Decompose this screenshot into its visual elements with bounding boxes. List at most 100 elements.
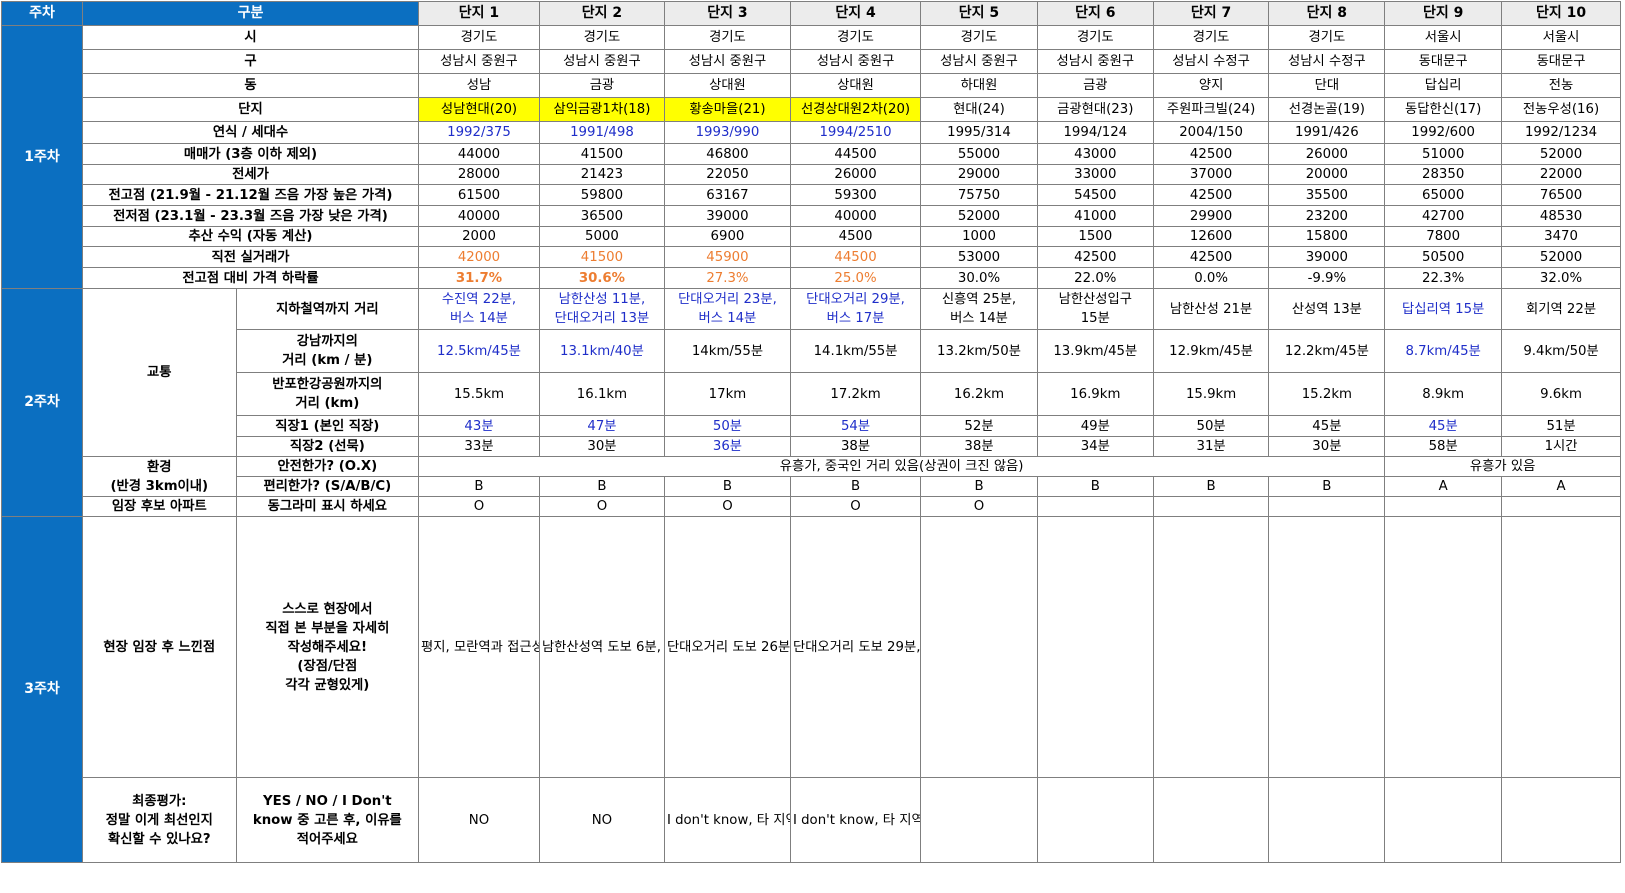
cell-banpo[interactable]: 16.9km xyxy=(1036,372,1154,416)
cell-job2[interactable]: 36분 xyxy=(663,436,791,457)
label-drop[interactable]: 전고점 대비 가격 하락률 xyxy=(81,267,420,289)
cell-subway[interactable]: 단대오거리 29분, 버스 17분 xyxy=(789,288,922,330)
cell-drop[interactable]: 22.3% xyxy=(1384,267,1503,289)
cell-impression[interactable]: 단대오거리 도보 26분, 버스 15분 하원초, 금광중, 대원중 거리 굿.… xyxy=(663,516,791,778)
label-peak[interactable]: 전고점 (21.9월 - 21.12월 즈음 가장 높은 가격) xyxy=(81,184,420,206)
cell-candidate[interactable]: O xyxy=(663,496,791,517)
cell-dong[interactable]: 양지 xyxy=(1152,73,1270,98)
cell-sale-price[interactable]: 42500 xyxy=(1152,143,1270,165)
cell-job1[interactable]: 49분 xyxy=(1036,415,1154,437)
cell-peak[interactable]: 54500 xyxy=(1036,184,1154,206)
cell-year-units[interactable]: 1992/600 xyxy=(1384,121,1503,144)
cell-job1[interactable]: 47분 xyxy=(538,415,665,437)
label-gangnam[interactable]: 강남까지의 거리 (km / 분) xyxy=(235,329,420,373)
label-safe[interactable]: 안전한가? (O.X) xyxy=(235,456,420,477)
label-recent[interactable]: 직전 실거래가 xyxy=(81,246,420,268)
cell-gangnam[interactable]: 13.9km/45분 xyxy=(1036,329,1154,373)
cell-jeonse[interactable]: 20000 xyxy=(1268,164,1386,185)
cell-convenient[interactable]: B xyxy=(418,476,540,497)
cell-sale-price[interactable]: 43000 xyxy=(1036,143,1154,165)
cell-danji[interactable]: 선경상대원2차(20) xyxy=(789,97,922,122)
cell-peak[interactable]: 65000 xyxy=(1384,184,1503,206)
cell-dong[interactable]: 금광 xyxy=(1036,73,1154,98)
cell-jeonse[interactable]: 37000 xyxy=(1152,164,1270,185)
cell-year-units[interactable]: 1995/314 xyxy=(920,121,1038,144)
cell-dong[interactable]: 하대원 xyxy=(920,73,1038,98)
cell-si[interactable]: 경기도 xyxy=(1036,25,1154,50)
cell-low[interactable]: 52000 xyxy=(920,205,1038,227)
cell-gu[interactable]: 성남시 중원구 xyxy=(663,49,791,74)
cell-recent[interactable]: 53000 xyxy=(920,246,1038,268)
cell-jeonse[interactable]: 22000 xyxy=(1501,164,1621,185)
cell-sale-price[interactable]: 51000 xyxy=(1384,143,1503,165)
label-danji[interactable]: 단지 xyxy=(81,97,420,122)
cell-banpo[interactable]: 9.6km xyxy=(1501,372,1621,416)
label-jeonse[interactable]: 전세가 xyxy=(81,164,420,185)
cell-job2[interactable]: 34분 xyxy=(1036,436,1154,457)
cell-job2[interactable]: 31분 xyxy=(1152,436,1270,457)
cell-danji[interactable]: 동답한신(17) xyxy=(1384,97,1503,122)
cell-sale-price[interactable]: 55000 xyxy=(920,143,1038,165)
cell-job1[interactable]: 45분 xyxy=(1268,415,1386,437)
cell-final[interactable]: I don't know, 타 지역과 비교필요 xyxy=(789,777,922,863)
cell-gu[interactable]: 성남시 수정구 xyxy=(1268,49,1386,74)
label-low[interactable]: 전저점 (23.1월 - 23.3월 즈음 가장 낮은 가격) xyxy=(81,205,420,227)
complex-header-3[interactable]: 단지 3 xyxy=(663,1,791,26)
cell-gu[interactable]: 성남시 중원구 xyxy=(789,49,922,74)
complex-header-2[interactable]: 단지 2 xyxy=(538,1,665,26)
cell-low[interactable]: 42700 xyxy=(1384,205,1503,227)
cell-low[interactable]: 40000 xyxy=(789,205,922,227)
cell-year-units[interactable]: 1992/1234 xyxy=(1501,121,1621,144)
cell-drop[interactable]: 27.3% xyxy=(663,267,791,289)
cell-subway[interactable]: 단대오거리 23분, 버스 14분 xyxy=(663,288,791,330)
cell-safe-note[interactable]: 유흥가, 중국인 거리 있음(상권이 크진 않음) xyxy=(418,456,1386,477)
cell-gangnam[interactable]: 8.7km/45분 xyxy=(1384,329,1503,373)
cell-low[interactable]: 40000 xyxy=(418,205,540,227)
cell-peak[interactable]: 35500 xyxy=(1268,184,1386,206)
cell-drop[interactable]: 32.0% xyxy=(1501,267,1621,289)
cell-gu[interactable]: 성남시 수정구 xyxy=(1152,49,1270,74)
cell-jeonse[interactable]: 33000 xyxy=(1036,164,1154,185)
cell-final[interactable] xyxy=(1268,777,1386,863)
complex-header-4[interactable]: 단지 4 xyxy=(789,1,922,26)
cell-sale-price[interactable]: 41500 xyxy=(538,143,665,165)
cell-recent[interactable]: 41500 xyxy=(538,246,665,268)
cell-job2[interactable]: 33분 xyxy=(418,436,540,457)
cell-dong[interactable]: 상대원 xyxy=(789,73,922,98)
cell-candidate[interactable] xyxy=(1268,496,1386,517)
label-job2[interactable]: 직장2 (선묵) xyxy=(235,436,420,457)
cell-banpo[interactable]: 17km xyxy=(663,372,791,416)
cell-jeonse[interactable]: 28000 xyxy=(418,164,540,185)
cell-year-units[interactable]: 1994/2510 xyxy=(789,121,922,144)
cell-profit[interactable]: 15800 xyxy=(1268,226,1386,247)
cell-banpo[interactable]: 16.2km xyxy=(920,372,1038,416)
category-header[interactable]: 구분 xyxy=(81,1,420,26)
cell-final[interactable]: NO xyxy=(538,777,665,863)
cell-dong[interactable]: 답십리 xyxy=(1384,73,1503,98)
complex-header-7[interactable]: 단지 7 xyxy=(1152,1,1270,26)
cell-convenient[interactable]: B xyxy=(538,476,665,497)
label-dong[interactable]: 동 xyxy=(81,73,420,98)
cell-final[interactable] xyxy=(1501,777,1621,863)
cell-si[interactable]: 서울시 xyxy=(1501,25,1621,50)
cell-si[interactable]: 경기도 xyxy=(538,25,665,50)
cell-gu[interactable]: 동대문구 xyxy=(1384,49,1503,74)
cell-drop[interactable]: 30.0% xyxy=(920,267,1038,289)
cell-gangnam[interactable]: 12.9km/45분 xyxy=(1152,329,1270,373)
complex-header-9[interactable]: 단지 9 xyxy=(1384,1,1503,26)
cell-job1[interactable]: 45분 xyxy=(1384,415,1503,437)
cell-si[interactable]: 경기도 xyxy=(418,25,540,50)
cell-convenient[interactable]: B xyxy=(1268,476,1386,497)
cell-final[interactable] xyxy=(1036,777,1154,863)
cell-si[interactable]: 경기도 xyxy=(663,25,791,50)
cell-final[interactable] xyxy=(1384,777,1503,863)
cell-si[interactable]: 경기도 xyxy=(920,25,1038,50)
cell-convenient[interactable]: A xyxy=(1501,476,1621,497)
cell-dong[interactable]: 성남 xyxy=(418,73,540,98)
cell-impression[interactable] xyxy=(1268,516,1386,778)
cell-banpo[interactable]: 17.2km xyxy=(789,372,922,416)
cell-candidate[interactable]: O xyxy=(418,496,540,517)
cell-profit[interactable]: 1500 xyxy=(1036,226,1154,247)
cell-profit[interactable]: 3470 xyxy=(1501,226,1621,247)
label-circle[interactable]: 동그라미 표시 하세요 xyxy=(235,496,420,517)
